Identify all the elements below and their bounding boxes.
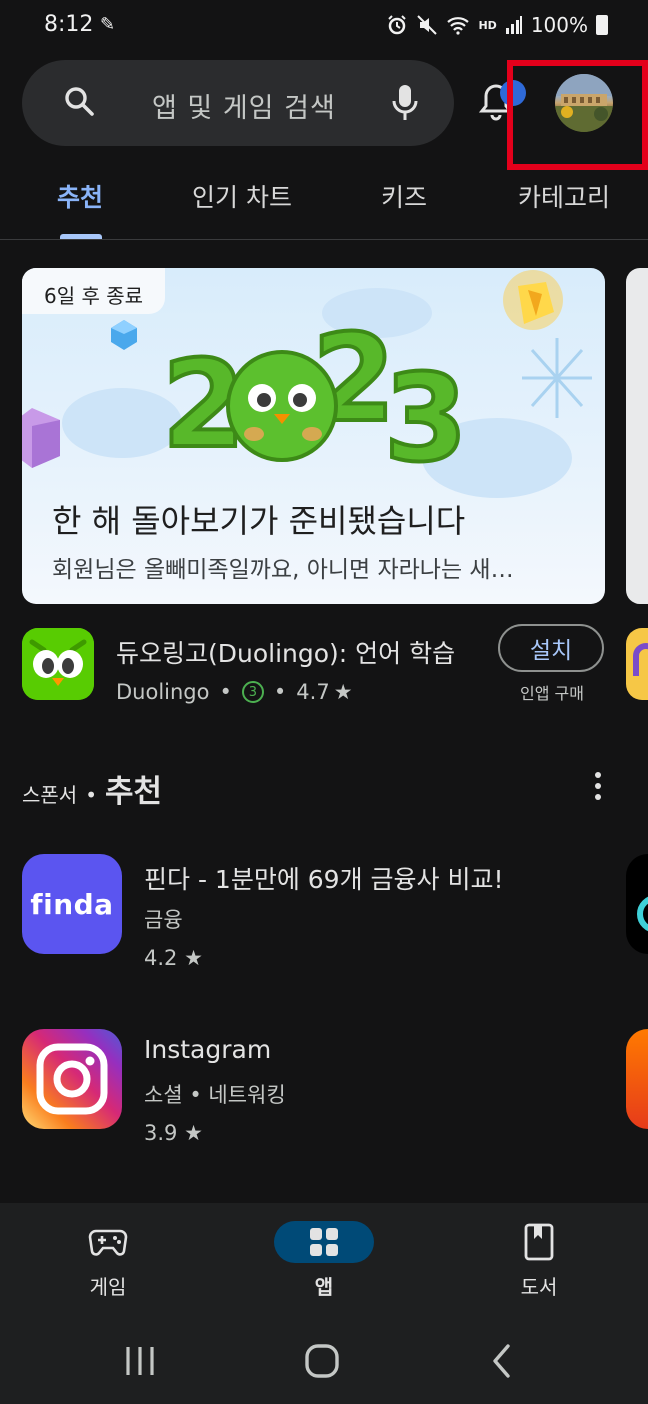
age-rating-badge: 3 (241, 681, 264, 703)
separator-dot: • (85, 783, 97, 807)
sparkle-icon (522, 338, 592, 418)
featured-app-rating: 4.7 (296, 680, 330, 704)
avatar-photo (555, 74, 613, 132)
sponsored-label: 스폰서 (22, 783, 78, 807)
app-icon-peek (637, 896, 648, 932)
more-options-icon[interactable] (593, 772, 603, 804)
search-icon (65, 87, 94, 116)
coin-icon (503, 270, 563, 330)
status-time: 8:12 (44, 12, 94, 37)
category-tabs: 추천 인기 차트 키즈 카테고리 (0, 170, 648, 240)
active-tab-indicator (60, 234, 102, 239)
app-rating: 4.2 ★ (144, 946, 203, 970)
featured-app-row[interactable]: 듀오링고(Duolingo): 언어 학습 Duolingo • 3 • 4.7… (22, 624, 622, 708)
nav-apps-label: 앱 (314, 1275, 334, 1299)
nav-pill (489, 1221, 589, 1263)
camera-icon (36, 1043, 108, 1115)
promo-title: 한 해 돌아보기가 준비됐습니다 (52, 502, 466, 540)
alarm-icon (388, 15, 407, 35)
next-app-icon-peek[interactable] (626, 854, 648, 954)
promo-deadline-tag: 6일 후 종료 (22, 268, 166, 314)
list-item[interactable]: Instagram 소셜 • 네트워킹 3.9 ★ (22, 1029, 622, 1149)
app-rating: 3.9 ★ (144, 1121, 203, 1145)
mute-icon (417, 15, 438, 35)
list-item[interactable]: finda 핀다 - 1분만에 69개 금융사 비교! 금융 4.2 ★ (22, 854, 622, 974)
star-icon: ★ (333, 680, 353, 704)
featured-app-meta: Duolingo • 3 • 4.7 ★ (116, 680, 353, 704)
duolingo-app-icon (22, 628, 94, 700)
next-app-icon-peek[interactable] (626, 1029, 648, 1129)
separator-dot: • (219, 680, 232, 704)
gem-icon (111, 320, 137, 350)
svg-text:3: 3 (384, 350, 468, 478)
star-icon: ★ (184, 946, 203, 970)
separator-dot: • (273, 680, 287, 704)
star-icon: ★ (184, 1121, 203, 1145)
owl-icon (22, 628, 94, 700)
finda-app-icon: finda (22, 854, 122, 954)
in-app-purchase-label: 인앱 구매 (520, 684, 584, 703)
install-button[interactable]: 설치 (498, 624, 604, 672)
home-icon[interactable] (304, 1343, 340, 1379)
promo-card[interactable]: 6일 후 종료 2 2 3 한 해 돌아보기가 준비됐습니다 회원님은 올빼미족… (22, 268, 605, 604)
feather-icon: ✎ (100, 14, 116, 35)
tab-kids[interactable]: 키즈 (381, 178, 427, 214)
battery-icon (596, 15, 608, 35)
app-icon-peek (633, 643, 648, 676)
tab-recommended[interactable]: 추천 (57, 178, 103, 214)
nav-apps[interactable]: 앱 (259, 1221, 389, 1300)
app-rating-value: 3.9 (144, 1121, 178, 1145)
search-placeholder: 앱 및 게임 검색 (152, 93, 336, 124)
microphone-icon[interactable] (392, 84, 418, 122)
nav-books-label: 도서 (520, 1275, 558, 1299)
app-name: Instagram (144, 1035, 272, 1064)
apps-grid-icon (310, 1228, 338, 1256)
status-bar: 8:12 ✎ HD 100% (0, 0, 648, 52)
featured-app-developer: Duolingo (116, 680, 210, 704)
year-2023-art: 2 2 3 (162, 328, 470, 478)
instagram-app-icon (22, 1029, 122, 1129)
book-icon (524, 1223, 554, 1261)
nav-games[interactable]: 게임 (43, 1221, 173, 1300)
promo-subtitle: 회원님은 올빼미족일까요, 아니면 자라나는 새… (52, 557, 514, 583)
nav-books[interactable]: 도서 (474, 1221, 604, 1300)
nav-pill (274, 1221, 374, 1263)
nav-games-label: 게임 (89, 1275, 127, 1299)
gamepad-icon (88, 1229, 128, 1256)
bottom-navigation: 게임 앱 도서 (0, 1203, 648, 1323)
featured-app-name: 듀오링고(Duolingo): 언어 학습 (116, 639, 456, 668)
status-icons: HD 100% (386, 13, 608, 37)
section-title: 추천 (105, 774, 163, 810)
app-rating-value: 4.2 (144, 946, 178, 970)
sponsored-section-header: 스폰서 • 추천 (22, 766, 162, 811)
nav-pill (58, 1221, 158, 1263)
recent-apps-icon[interactable] (124, 1345, 156, 1377)
signal-icon (505, 16, 522, 34)
back-icon[interactable] (490, 1343, 514, 1379)
app-category: 소셜 • 네트워킹 (144, 1083, 286, 1107)
app-category: 금융 (144, 908, 183, 932)
app-name: 핀다 - 1분만에 69개 금융사 비교! (144, 865, 504, 894)
search-bar[interactable]: 앱 및 게임 검색 (22, 60, 454, 146)
account-avatar[interactable] (555, 74, 613, 132)
wifi-icon (447, 17, 470, 35)
next-promo-card-peek[interactable] (626, 268, 648, 604)
next-app-icon-peek[interactable] (626, 628, 648, 700)
system-navigation-bar (0, 1323, 648, 1404)
hd-voice-label: HD (478, 18, 497, 32)
tab-top-charts[interactable]: 인기 차트 (192, 178, 292, 214)
battery-percent: 100% (530, 13, 588, 37)
tab-categories[interactable]: 카테고리 (518, 178, 610, 214)
gem-icon (22, 408, 60, 468)
